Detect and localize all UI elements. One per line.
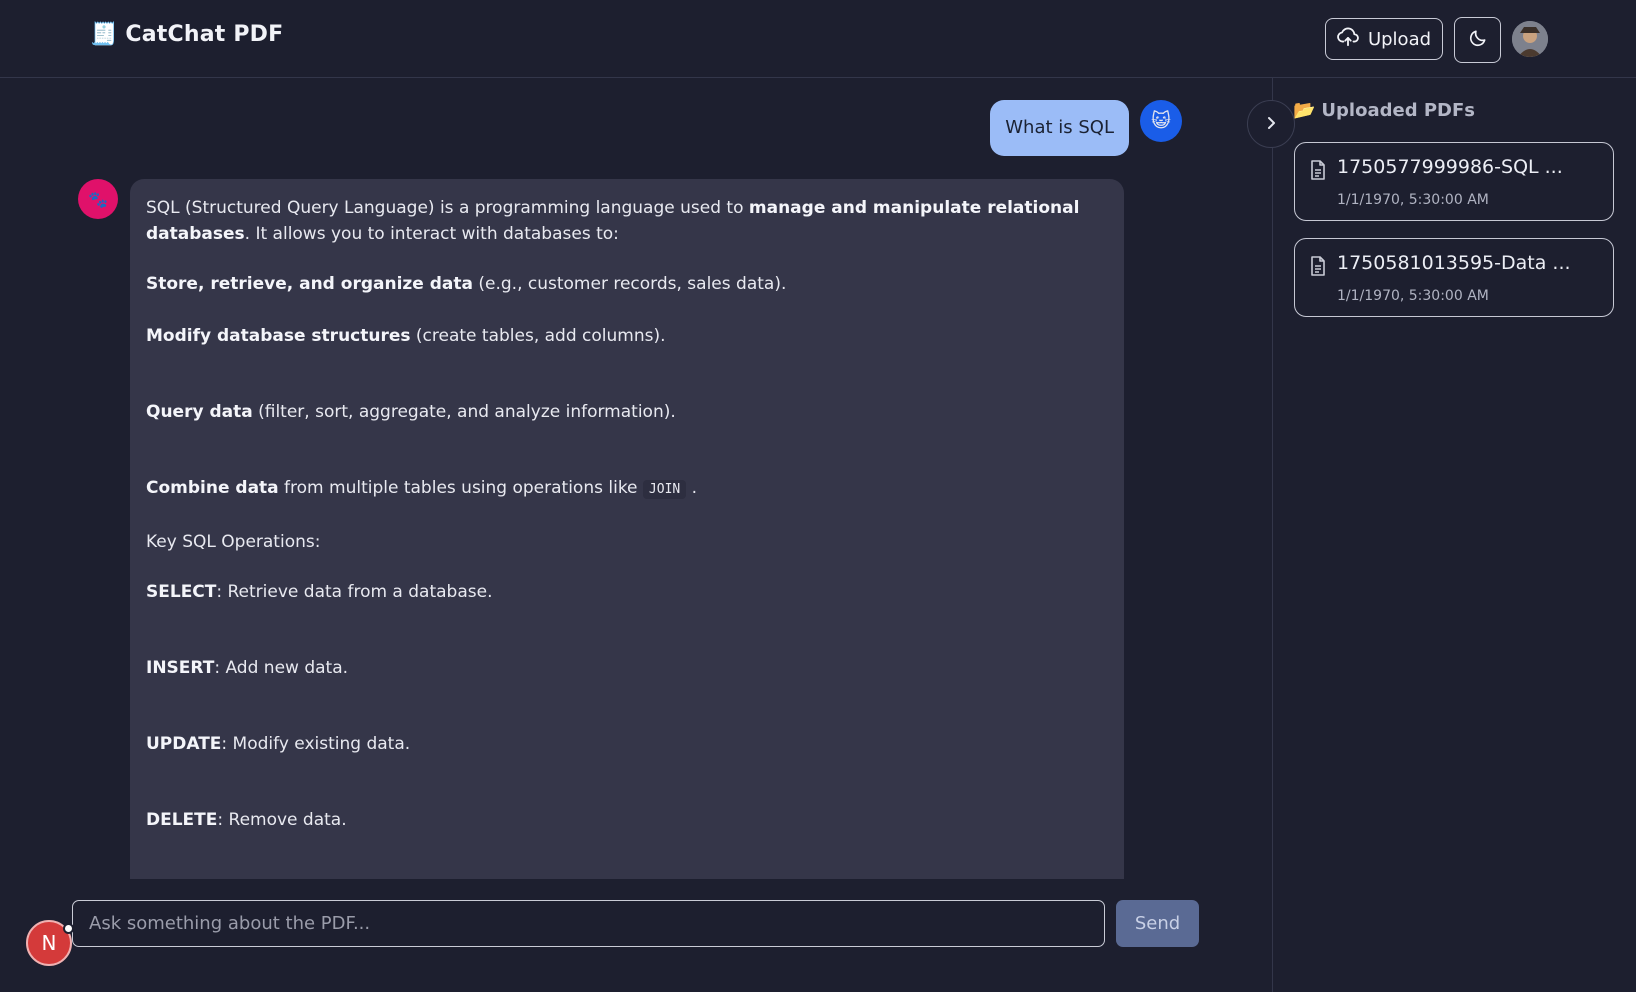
- item-text: (e.g., customer records, sales data).: [472, 274, 787, 294]
- pdf-file-date: 1/1/1970, 5:30:00 AM: [1337, 192, 1489, 208]
- op-text: : Remove data.: [217, 810, 347, 830]
- sidebar-title: 📂 Uploaded PDFs: [1293, 100, 1475, 121]
- list-item: UPDATE: Modify existing data.: [146, 731, 1108, 757]
- intro-paragraph: SQL (Structured Query Language) is a pro…: [146, 195, 1108, 247]
- op-bold: UPDATE: [146, 734, 222, 754]
- pdf-file-date: 1/1/1970, 5:30:00 AM: [1337, 288, 1489, 304]
- list-item: SELECT: Retrieve data from a database.: [146, 579, 1108, 605]
- paw-icon: 🐾: [78, 179, 118, 219]
- pdf-file-name: 1750581013595-Data ...: [1337, 252, 1571, 274]
- sidebar-toggle-button[interactable]: [1247, 100, 1295, 148]
- user-message: What is SQL: [990, 100, 1129, 156]
- pdf-sidebar: 📂 Uploaded PDFs 1750577999986-SQL ... 1/…: [1272, 78, 1636, 992]
- item-text: (create tables, add columns).: [410, 326, 666, 346]
- item-bold: Combine data: [146, 478, 279, 498]
- folder-icon: 📂: [1293, 100, 1316, 121]
- list-item: Combine data from multiple tables using …: [146, 475, 1108, 503]
- send-button[interactable]: Send: [1116, 900, 1199, 947]
- list-item: Modify database structures (create table…: [146, 323, 1108, 349]
- chat-area: What is SQL 😺 🐾 SQL (Structured Query La…: [0, 78, 1272, 879]
- list-item: INSERT: Add new data.: [146, 655, 1108, 681]
- chevron-right-icon: [1264, 115, 1278, 134]
- intro-text-b: . It allows you to interact with databas…: [244, 224, 619, 244]
- status-dot: [63, 923, 74, 934]
- ops-heading: Key SQL Operations:: [146, 532, 321, 552]
- ask-input[interactable]: [72, 900, 1105, 947]
- file-text-icon: [1309, 160, 1327, 184]
- cloud-upload-icon: [1337, 27, 1359, 52]
- pdf-file-card[interactable]: 1750577999986-SQL ... 1/1/1970, 5:30:00 …: [1294, 142, 1614, 221]
- item-bold: Query data: [146, 402, 253, 422]
- upload-label: Upload: [1367, 28, 1432, 50]
- intro-text-a: SQL (Structured Query Language) is a pro…: [146, 198, 749, 218]
- op-bold: SELECT: [146, 582, 217, 602]
- app-title: CatChat PDF: [125, 22, 284, 47]
- cat-face-icon: 😺: [1140, 100, 1182, 142]
- moon-icon: [1468, 28, 1488, 52]
- sidebar-title-text: Uploaded PDFs: [1321, 100, 1475, 121]
- user-message-row: What is SQL 😺: [990, 100, 1182, 156]
- op-text: : Retrieve data from a database.: [216, 582, 493, 602]
- op-text: : Modify existing data.: [221, 734, 411, 754]
- op-bold: INSERT: [146, 658, 215, 678]
- list-item: DELETE: Remove data.: [146, 807, 1108, 833]
- pdf-file-card[interactable]: 1750581013595-Data ... 1/1/1970, 5:30:00…: [1294, 238, 1614, 317]
- item-text: (filter, sort, aggregate, and analyze in…: [252, 402, 676, 422]
- item-bold: Modify database structures: [146, 326, 411, 346]
- theme-toggle-button[interactable]: [1454, 17, 1501, 63]
- assistant-message: SQL (Structured Query Language) is a pro…: [130, 179, 1124, 879]
- upload-button[interactable]: Upload: [1325, 18, 1443, 60]
- op-text: : Add new data.: [214, 658, 349, 678]
- list-item: Query data (filter, sort, aggregate, and…: [146, 399, 1108, 425]
- file-text-icon: [1309, 256, 1327, 280]
- item-text-end: .: [686, 478, 698, 498]
- item-bold: Store, retrieve, and organize data: [146, 274, 473, 294]
- brand[interactable]: 🧾 CatChat PDF: [90, 22, 283, 47]
- pdf-file-name: 1750577999986-SQL ...: [1337, 156, 1563, 178]
- item-text: from multiple tables using operations li…: [278, 478, 643, 498]
- list-item: Store, retrieve, and organize data (e.g.…: [146, 271, 1108, 297]
- user-profile-avatar[interactable]: [1512, 21, 1548, 57]
- app-header: 🧾 CatChat PDF Upload: [0, 0, 1636, 78]
- receipt-icon: 🧾: [90, 21, 118, 47]
- inline-code: JOIN: [642, 480, 687, 499]
- op-bold: DELETE: [146, 810, 218, 830]
